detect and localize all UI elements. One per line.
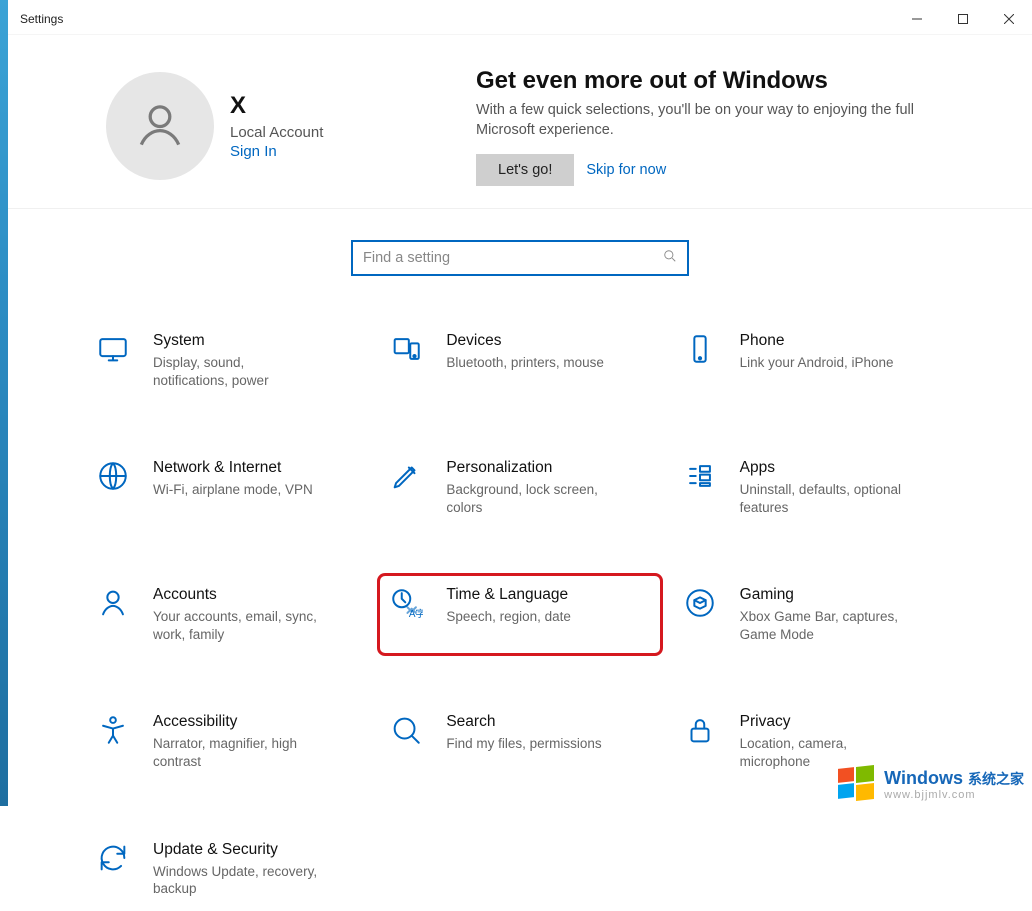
promo-heading: Get even more out of Windows [476,67,992,95]
category-title: Personalization [446,459,616,477]
category-phone[interactable]: Phone Link your Android, iPhone [671,319,956,402]
category-title: Update & Security [153,841,323,859]
user-account-type: Local Account [230,124,323,141]
category-desc: Find my files, permissions [446,735,601,753]
category-desc: Speech, region, date [446,608,571,626]
close-button[interactable] [986,3,1032,35]
category-personalization[interactable]: Personalization Background, lock screen, … [377,446,662,529]
accessibility-icon [91,713,135,757]
category-privacy[interactable]: Privacy Location, camera, microphone [671,700,956,783]
devices-icon [384,332,428,376]
promo-body: With a few quick selections, you'll be o… [476,101,976,140]
category-desc: Uninstall, defaults, optional features [740,481,910,516]
personalization-icon [384,459,428,503]
search-icon [663,249,677,268]
promo-block: Get even more out of Windows With a few … [476,65,992,186]
user-meta: X Local Account Sign In [230,92,323,160]
update-icon [91,841,135,885]
category-title: Time & Language [446,586,571,604]
category-title: Gaming [740,586,910,604]
search-input[interactable] [363,250,663,266]
category-title: Accounts [153,586,323,604]
apps-icon [678,459,722,503]
category-title: Privacy [740,713,910,731]
category-desc: Narrator, magnifier, high contrast [153,735,323,770]
avatar[interactable] [106,72,214,180]
minimize-icon [912,14,922,24]
category-title: Devices [446,332,604,350]
category-network[interactable]: Network & Internet Wi-Fi, airplane mode, … [84,446,369,529]
category-title: Phone [740,332,894,350]
skip-for-now-link[interactable]: Skip for now [586,162,666,178]
category-devices[interactable]: Devices Bluetooth, printers, mouse [377,319,662,402]
minimize-button[interactable] [894,3,940,35]
category-update[interactable]: Update & Security Windows Update, recover… [84,828,369,911]
search-box[interactable] [352,241,688,275]
category-title: Network & Internet [153,459,313,477]
lets-go-button[interactable]: Let's go! [476,154,574,186]
user-name: X [230,92,323,120]
category-title: System [153,332,323,350]
maximize-icon [958,14,968,24]
category-search[interactable]: Search Find my files, permissions [377,700,662,783]
search-wrap [8,209,1032,283]
window-controls [894,3,1032,35]
settings-header: X Local Account Sign In Get even more ou… [8,35,1032,209]
category-desc: Bluetooth, printers, mouse [446,354,604,372]
search-icon [384,713,428,757]
desktop-background-sliver [0,0,8,806]
category-title: Accessibility [153,713,323,731]
user-block: X Local Account Sign In [106,65,436,186]
gaming-icon [678,586,722,630]
window-title: Settings [8,12,63,26]
network-icon [91,459,135,503]
category-desc: Your accounts, email, sync, work, family [153,608,323,643]
category-accessibility[interactable]: Accessibility Narrator, magnifier, high c… [84,700,369,783]
category-desc: Location, camera, microphone [740,735,910,770]
user-icon [132,98,188,154]
promo-actions: Let's go! Skip for now [476,154,992,186]
accounts-icon [91,586,135,630]
category-apps[interactable]: Apps Uninstall, defaults, optional featur… [671,446,956,529]
category-accounts[interactable]: Accounts Your accounts, email, sync, work… [84,573,369,656]
settings-window-body: X Local Account Sign In Get even more ou… [8,35,1032,806]
category-title: Apps [740,459,910,477]
category-desc: Xbox Game Bar, captures, Game Mode [740,608,910,643]
close-icon [1004,14,1014,24]
titlebar: Settings [8,3,1032,35]
maximize-button[interactable] [940,3,986,35]
time-icon: A字 [384,586,428,630]
category-gaming[interactable]: Gaming Xbox Game Bar, captures, Game Mode [671,573,956,656]
system-icon [91,332,135,376]
category-grid: System Display, sound, notifications, pow… [60,283,980,910]
phone-icon [678,332,722,376]
category-desc: Display, sound, notifications, power [153,354,323,389]
category-title: Search [446,713,601,731]
category-time[interactable]: A字 Time & Language Speech, region, date [377,573,662,656]
sign-in-link[interactable]: Sign In [230,143,323,160]
category-desc: Background, lock screen, colors [446,481,616,516]
svg-text:A字: A字 [409,607,423,620]
category-system[interactable]: System Display, sound, notifications, pow… [84,319,369,402]
category-desc: Wi-Fi, airplane mode, VPN [153,481,313,499]
category-desc: Windows Update, recovery, backup [153,863,323,898]
category-desc: Link your Android, iPhone [740,354,894,372]
privacy-icon [678,713,722,757]
